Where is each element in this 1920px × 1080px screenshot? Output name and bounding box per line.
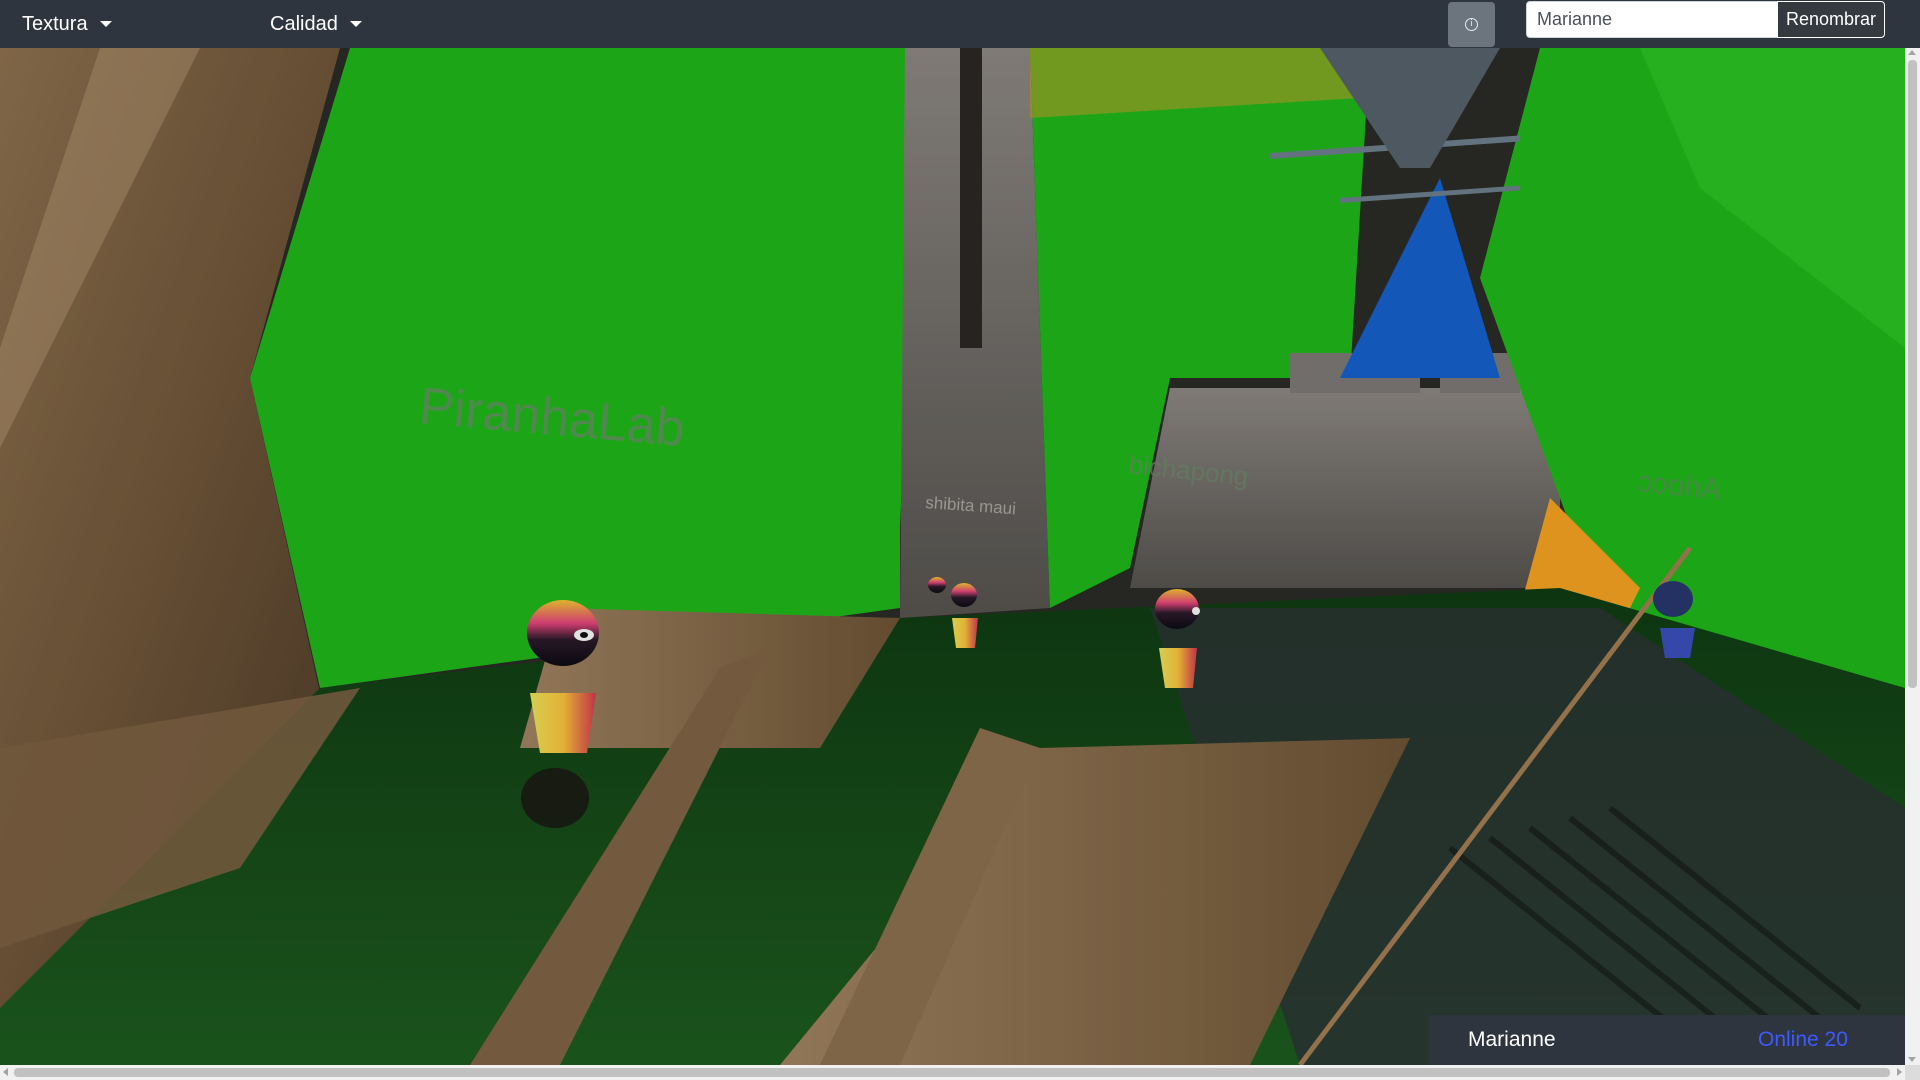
info-button[interactable]: i [1448, 2, 1495, 47]
game-viewport[interactable]: PiranhaLab bichapong shibita maui Arlocc [0, 48, 1905, 1065]
quality-dropdown-label: Calidad [270, 12, 338, 35]
info-icon: i [1465, 18, 1478, 31]
player-name-input[interactable] [1526, 1, 1778, 38]
texture-dropdown-label: Textura [22, 12, 88, 35]
scrollbar-corner [1905, 1065, 1920, 1080]
quality-dropdown[interactable]: Calidad [270, 0, 362, 48]
scroll-up-arrow-icon[interactable] [1908, 50, 1916, 55]
vertical-scroll-thumb[interactable] [1908, 60, 1917, 688]
player-status-panel: Marianne Online 20 [1429, 1015, 1905, 1065]
vertical-scrollbar[interactable] [1905, 48, 1920, 1065]
rename-button-label: Renombrar [1785, 9, 1877, 29]
scroll-right-arrow-icon[interactable] [1897, 1068, 1902, 1076]
texture-dropdown[interactable]: Textura [22, 0, 112, 48]
top-navbar: Textura Calidad i Renombrar [0, 0, 1920, 48]
caret-down-icon [99, 21, 112, 27]
horizontal-scroll-thumb[interactable] [14, 1068, 1890, 1077]
scroll-left-arrow-icon[interactable] [3, 1068, 8, 1076]
horizontal-scrollbar[interactable] [0, 1065, 1905, 1080]
current-player-name: Marianne [1468, 1028, 1556, 1051]
rename-button[interactable]: Renombrar [1777, 1, 1885, 38]
game-scene-render: PiranhaLab bichapong shibita maui Arlocc [0, 48, 1905, 1065]
online-count[interactable]: Online 20 [1758, 1015, 1848, 1065]
scroll-down-arrow-icon[interactable] [1908, 1057, 1916, 1062]
caret-down-icon [349, 21, 362, 27]
